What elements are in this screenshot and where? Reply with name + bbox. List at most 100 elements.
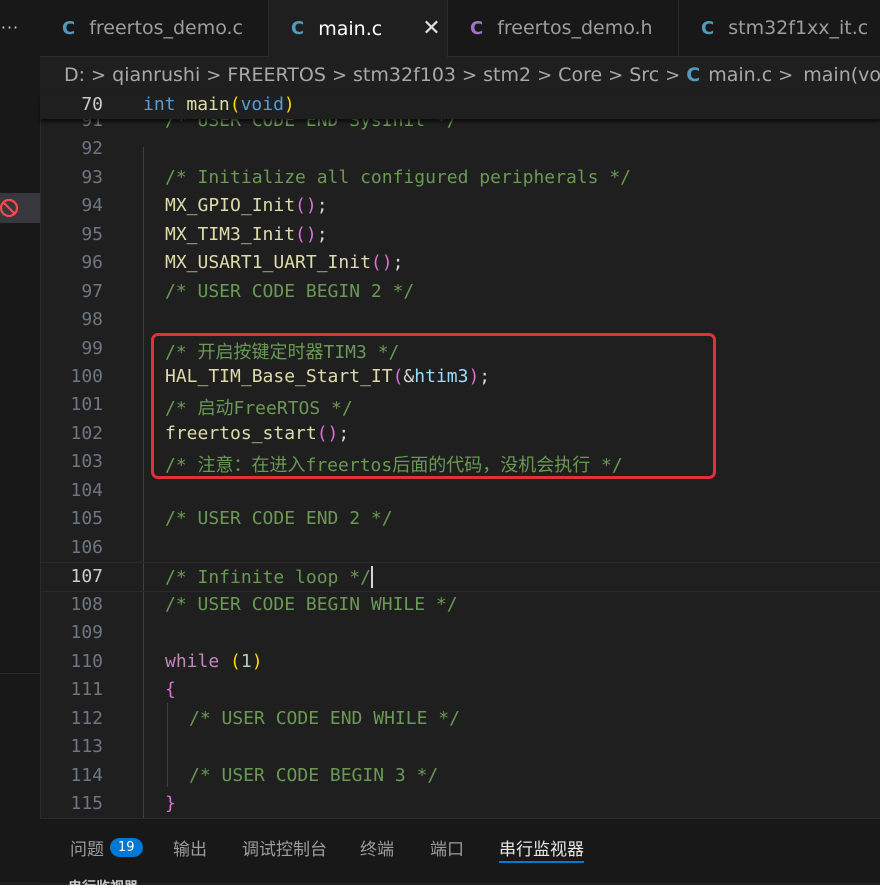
tab-freertos-demo-c[interactable]: C freertos_demo.c (40, 0, 269, 56)
breadcrumb-item-symbol[interactable]: main(void) (803, 64, 880, 86)
breadcrumb-item-freertos[interactable]: FREERTOS (227, 64, 326, 86)
c-file-icon: C (62, 17, 76, 39)
line-number: 109 (70, 622, 103, 643)
active-tab-underline (499, 861, 584, 863)
code-line[interactable]: 94 MX_GPIO_Init(); (40, 192, 880, 220)
tab-label: freertos_demo.h (497, 17, 653, 39)
close-icon[interactable]: ✕ (422, 16, 440, 41)
line-number: 101 (70, 394, 103, 415)
code-line[interactable]: 114 /* USER CODE BEGIN 3 */ (40, 762, 880, 790)
paren: ( (230, 651, 241, 672)
line-number: 70 (81, 94, 103, 115)
tab-serial-monitor[interactable]: 串行监视器 (499, 819, 584, 875)
tab-label: main.c (318, 17, 383, 40)
chevron-right-icon: > (91, 64, 107, 86)
chevron-right-icon: > (608, 64, 624, 86)
code-line[interactable]: 112 /* USER CODE END WHILE */ (40, 705, 880, 733)
line-number: 102 (70, 423, 103, 444)
tab-problems[interactable]: 问题 19 (70, 819, 143, 875)
code-line[interactable]: 106 (40, 534, 880, 562)
breadcrumb-item-file[interactable]: main.c (708, 64, 772, 86)
breadcrumb-item-drive[interactable]: D: (64, 64, 85, 86)
keyword: while (165, 651, 220, 672)
code-line[interactable]: 108 /* USER CODE BEGIN WHILE */ (40, 591, 880, 619)
tab-stm32f1xx-it-c[interactable]: C stm32f1xx_it.c (679, 0, 880, 56)
code-line[interactable]: 115 } (40, 790, 880, 818)
line-number: 106 (70, 537, 103, 558)
bottom-panel: 问题 19 输出 调试控制台 终端 端口 串行监视器 串行监视器 (40, 818, 880, 885)
code-line[interactable]: 93 /* Initialize all configured peripher… (40, 164, 880, 192)
code-comment: /* USER CODE END WHILE */ (189, 708, 460, 729)
problems-count-badge: 19 (110, 837, 143, 857)
brace: } (165, 793, 176, 814)
code-line[interactable]: 110 while (1) (40, 648, 880, 676)
chevron-right-icon: > (331, 64, 348, 86)
code-comment: /* Infinite loop */ (165, 567, 371, 588)
breadcrumb-item-stm2[interactable]: stm2 (483, 64, 531, 86)
tab-label: 串行监视器 (499, 839, 584, 860)
code-editor[interactable]: 91 /* USER CODE END SysInit */ 92 93 /* … (40, 93, 880, 818)
code-line[interactable]: 111 { (40, 676, 880, 704)
tab-ports[interactable]: 端口 (430, 819, 464, 875)
paren: () (370, 252, 393, 273)
chevron-right-icon: > (665, 64, 681, 86)
line-number: 108 (70, 594, 103, 615)
chevron-right-icon: > (462, 64, 478, 86)
line-number: 104 (70, 480, 103, 501)
code-line[interactable]: 92 (40, 135, 880, 163)
semicolon: ; (316, 224, 328, 245)
line-number: 111 (70, 679, 103, 700)
code-line[interactable]: 98 (40, 306, 880, 334)
sticky-scroll-header[interactable]: 70 int main(void) (40, 93, 880, 119)
paren: ) (251, 651, 263, 672)
tab-label: 端口 (430, 839, 464, 860)
tab-freertos-demo-h[interactable]: C freertos_demo.h (448, 0, 679, 56)
line-number: 100 (70, 366, 103, 387)
code-line[interactable]: 95 MX_TIM3_Init(); (40, 221, 880, 249)
more-actions-icon[interactable]: ··· (0, 18, 20, 37)
semicolon: ; (316, 195, 328, 216)
editor-tab-bar: C freertos_demo.c C main.c ✕ C freertos_… (40, 0, 880, 57)
line-number: 112 (70, 708, 103, 729)
tab-label: 终端 (360, 839, 394, 860)
red-highlight-box (151, 333, 716, 479)
text-cursor (370, 566, 373, 588)
tab-output[interactable]: 输出 (173, 819, 207, 875)
paren: ( (229, 94, 241, 115)
line-number: 105 (70, 508, 103, 529)
function-name: main (186, 94, 230, 115)
line-number: 92 (81, 138, 103, 159)
line-number: 114 (70, 765, 103, 786)
code-line[interactable]: 96 MX_USART1_UART_Init(); (40, 249, 880, 277)
tab-terminal[interactable]: 终端 (360, 819, 394, 875)
breakpoint-disabled-icon[interactable] (0, 197, 22, 219)
code-line[interactable]: 104 (40, 477, 880, 505)
code-line[interactable]: 105 /* USER CODE END 2 */ (40, 505, 880, 533)
tab-debug-console[interactable]: 调试控制台 (242, 819, 327, 875)
breadcrumb-item-qianrushi[interactable]: qianrushi (112, 64, 200, 86)
line-number: 95 (81, 224, 103, 245)
line-number: 115 (70, 793, 103, 814)
line-number: 110 (70, 651, 103, 672)
breadcrumb-item-core[interactable]: Core (558, 64, 602, 86)
code-comment: /* USER CODE END 2 */ (165, 508, 393, 529)
number-literal: 1 (240, 651, 252, 672)
c-header-icon: C (470, 17, 484, 39)
function-call: MX_USART1_UART_Init (165, 252, 371, 273)
code-line-current[interactable]: 107 /* Infinite loop */ (40, 562, 880, 592)
line-number: 99 (81, 338, 103, 359)
line-number: 94 (81, 195, 103, 216)
code-line[interactable]: 109 (40, 619, 880, 647)
breadcrumb-item-stm32f103[interactable]: stm32f103 (353, 64, 456, 86)
code-comment: /* USER CODE BEGIN 2 */ (165, 281, 415, 302)
paren: () (295, 195, 317, 216)
function-call: MX_TIM3_Init (165, 224, 296, 245)
tab-label: 问题 (70, 839, 104, 860)
code-line[interactable]: 97 /* USER CODE BEGIN 2 */ (40, 278, 880, 306)
tab-label: stm32f1xx_it.c (728, 17, 869, 39)
breadcrumb-item-src[interactable]: Src (629, 64, 659, 86)
code-comment: /* USER CODE BEGIN 3 */ (189, 765, 439, 786)
c-file-icon: C (686, 64, 701, 86)
tab-main-c[interactable]: C main.c ✕ (269, 0, 448, 57)
code-line[interactable]: 113 (40, 733, 880, 761)
